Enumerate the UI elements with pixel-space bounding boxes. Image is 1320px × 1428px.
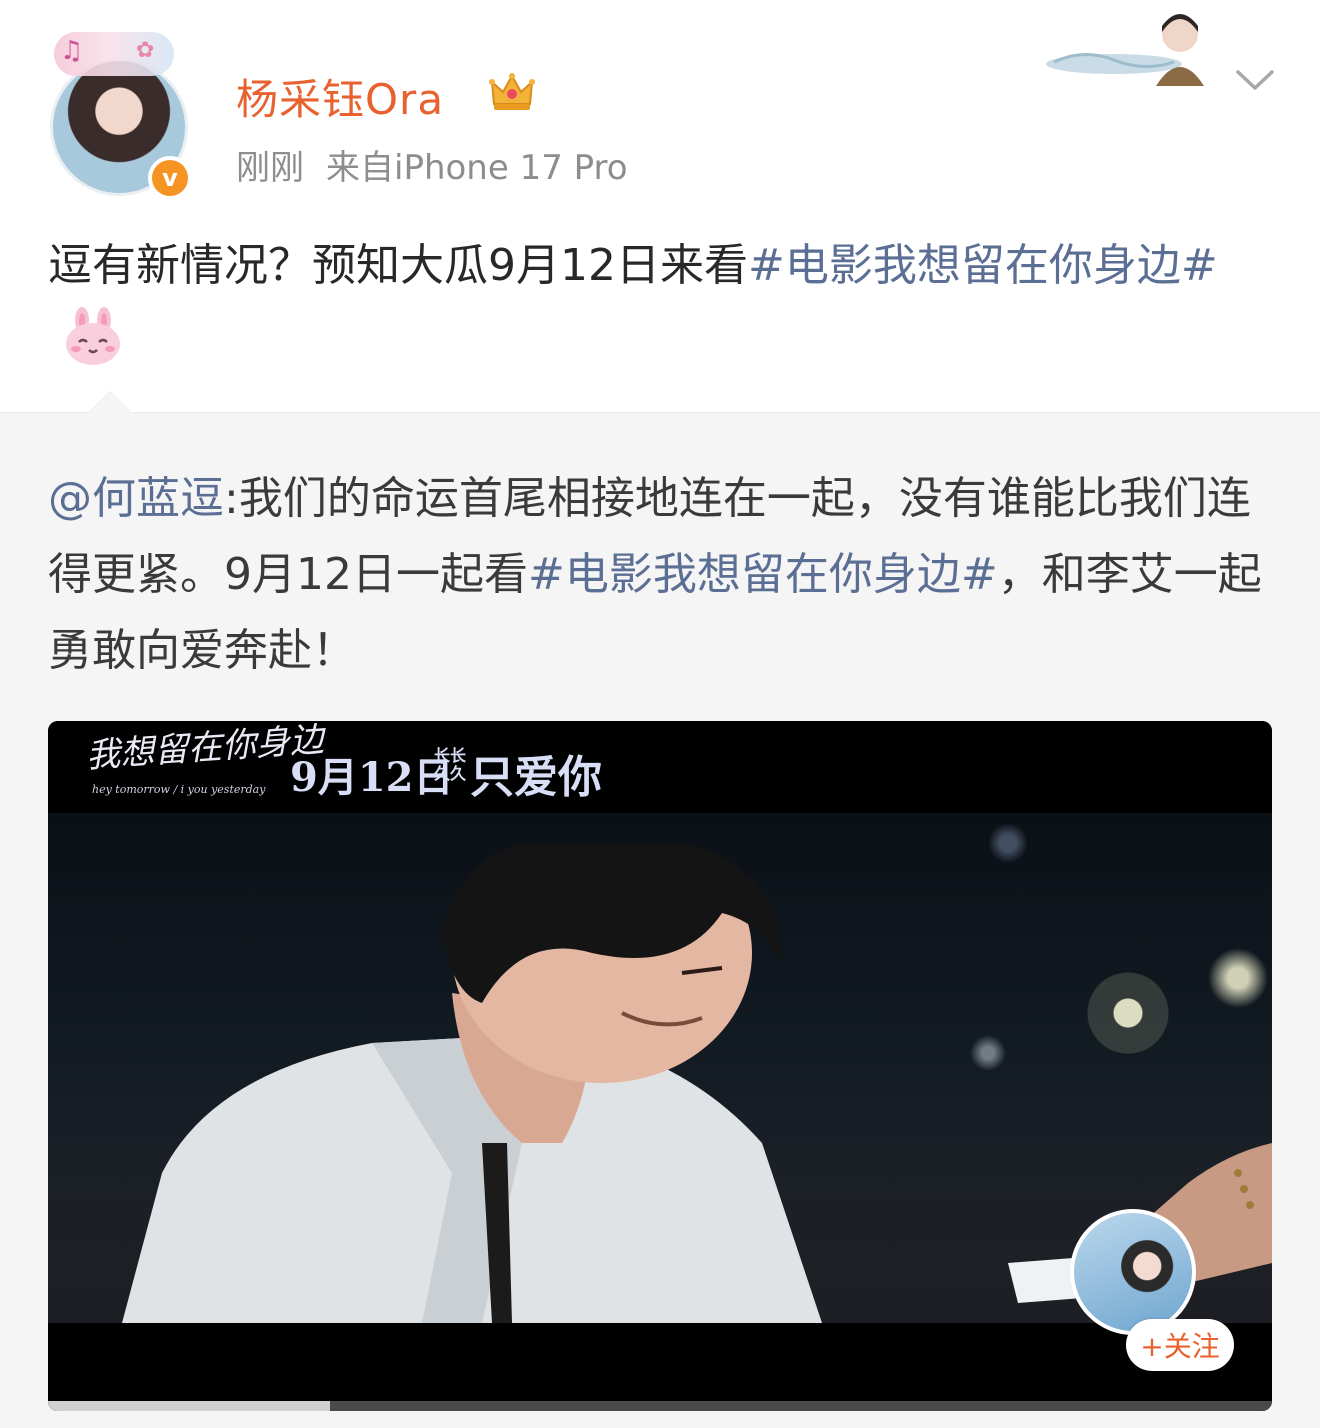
- banner-slogan: 只爱你: [470, 752, 602, 803]
- banner-small-text: 长长久久: [434, 746, 467, 783]
- username[interactable]: 杨采钰Ora: [236, 66, 444, 127]
- weibo-post: ♫ ✿ v 杨采钰Ora 刚刚 来自iPhone 17 Pro 逗有新情况？预知大…: [0, 0, 1320, 412]
- topic-link[interactable]: #电影我想留在你身边#: [748, 240, 1218, 291]
- chevron-down-icon[interactable]: [1232, 64, 1278, 96]
- banner-date: 9月12日: [290, 754, 454, 801]
- video-banner: 我想留在你身边 hey tomorrow / i you yesterday 9…: [48, 721, 1272, 813]
- verified-badge-icon: v: [148, 156, 192, 200]
- crown-icon[interactable]: [488, 70, 536, 114]
- repost-card[interactable]: @何蓝逗:我们的命运首尾相接地连在一起，没有谁能比我们连得更紧。9月12日一起看…: [0, 391, 1320, 1428]
- video-author-avatar[interactable]: [1070, 1209, 1196, 1335]
- video-progress-fill: [48, 1401, 330, 1411]
- avatar[interactable]: ♫ ✿ v: [50, 32, 192, 200]
- repost-content: @何蓝逗:我们的命运首尾相接地连在一起，没有谁能比我们连得更紧。9月12日一起看…: [48, 461, 1272, 689]
- rabbit-emoji-icon: [66, 307, 120, 365]
- post-time: 刚刚: [236, 148, 304, 188]
- mention-link[interactable]: @何蓝逗: [48, 473, 224, 524]
- banner-subtitle: hey tomorrow / i you yesterday: [92, 783, 266, 796]
- avatar-frame-decoration: ♫ ✿: [54, 32, 174, 76]
- music-note-icon: ♫: [60, 36, 84, 66]
- post-content: 逗有新情况？预知大瓜9月12日来看#电影我想留在你身边#: [48, 228, 1268, 380]
- follow-button[interactable]: +关注: [1126, 1319, 1234, 1371]
- post-meta: 刚刚 来自iPhone 17 Pro: [236, 140, 650, 189]
- video-actor-image: [122, 843, 822, 1323]
- post-source: 来自iPhone 17 Pro: [326, 148, 628, 188]
- repost-topic-link[interactable]: #电影我想留在你身边#: [528, 549, 998, 600]
- post-text: 逗有新情况？预知大瓜9月12日来看: [48, 240, 748, 291]
- repost-notch: [88, 391, 132, 413]
- video-controls: [48, 1323, 1272, 1411]
- card-decoration-image: [1046, 14, 1204, 86]
- flower-icon: ✿: [136, 38, 155, 63]
- video-progress-bar[interactable]: [48, 1401, 1272, 1411]
